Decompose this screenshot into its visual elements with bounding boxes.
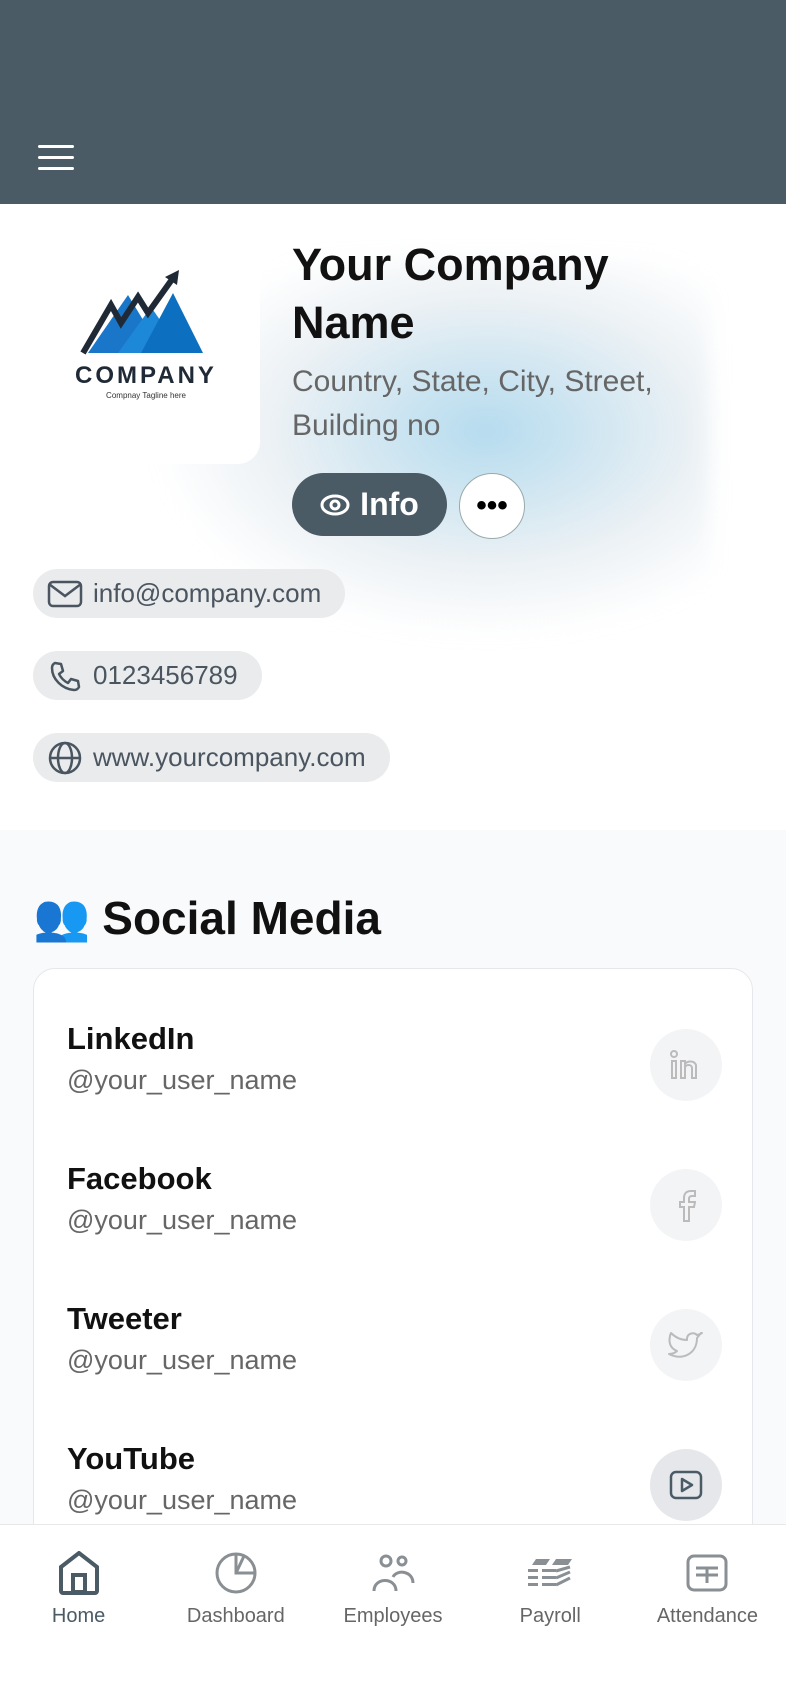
nav-attendance[interactable]: Attendance — [629, 1525, 786, 1704]
social-item-twitter[interactable]: Tweeter @your_user_name — [67, 1301, 722, 1411]
users-icon — [372, 1554, 415, 1592]
social-media-card: LinkedIn @your_user_name Facebook @your_us… — [33, 968, 753, 1568]
facebook-icon[interactable] — [650, 1169, 722, 1241]
home-icon — [58, 1551, 99, 1595]
company-address: Country, State, City, Street, Building n… — [292, 365, 653, 442]
phone-chip[interactable]: 0123456789 — [33, 651, 262, 700]
social-item-facebook[interactable]: Facebook @your_user_name — [67, 1161, 722, 1271]
linkedin-icon[interactable] — [650, 1029, 722, 1101]
eye-icon — [320, 494, 350, 515]
phone-text: 0123456789 — [93, 660, 238, 690]
social-media-heading: 👥 Social Media — [33, 891, 381, 944]
nav-home[interactable]: Home — [0, 1525, 157, 1704]
attendance-icon — [686, 1554, 728, 1592]
phone-icon — [50, 661, 81, 691]
twitter-icon[interactable] — [650, 1309, 722, 1381]
nav-employees[interactable]: Employees — [314, 1525, 471, 1704]
info-button[interactable]: Info — [292, 473, 447, 536]
info-label: Info — [360, 486, 419, 522]
youtube-icon[interactable] — [650, 1449, 722, 1521]
nav-payroll[interactable]: Payroll — [472, 1525, 629, 1704]
nav-dashboard[interactable]: Dashboard — [157, 1525, 314, 1704]
company-logo: COMPANY Compnay Tagline here — [33, 245, 260, 464]
more-options-button[interactable]: ••• — [459, 473, 525, 539]
social-item-linkedin[interactable]: LinkedIn @your_user_name — [67, 1021, 722, 1131]
email-text: info@company.com — [93, 578, 322, 608]
hamburger-icon[interactable] — [38, 145, 74, 171]
money-stack-icon — [528, 1559, 573, 1587]
website-chip[interactable]: www.yourcompany.com — [33, 733, 390, 782]
pie-chart-icon — [215, 1552, 257, 1594]
more-icon: ••• — [476, 489, 508, 522]
mail-icon — [47, 580, 83, 607]
globe-icon — [48, 741, 82, 774]
company-name: Your Company Name — [292, 239, 609, 348]
website-text: www.yourcompany.com — [93, 742, 366, 772]
people-icon: 👥 — [33, 891, 91, 943]
svg-text:COMPANY: COMPANY — [75, 362, 217, 389]
email-chip[interactable]: info@company.com — [33, 569, 346, 618]
social-media-section: 👥 Social Media LinkedIn @your_user_name Fa… — [0, 830, 786, 1568]
bottom-navigation: Home Dashboard Employees Payroll Attenda… — [0, 1524, 786, 1704]
top-header — [0, 0, 786, 204]
svg-text:Compnay Tagline here: Compnay Tagline here — [106, 391, 186, 400]
